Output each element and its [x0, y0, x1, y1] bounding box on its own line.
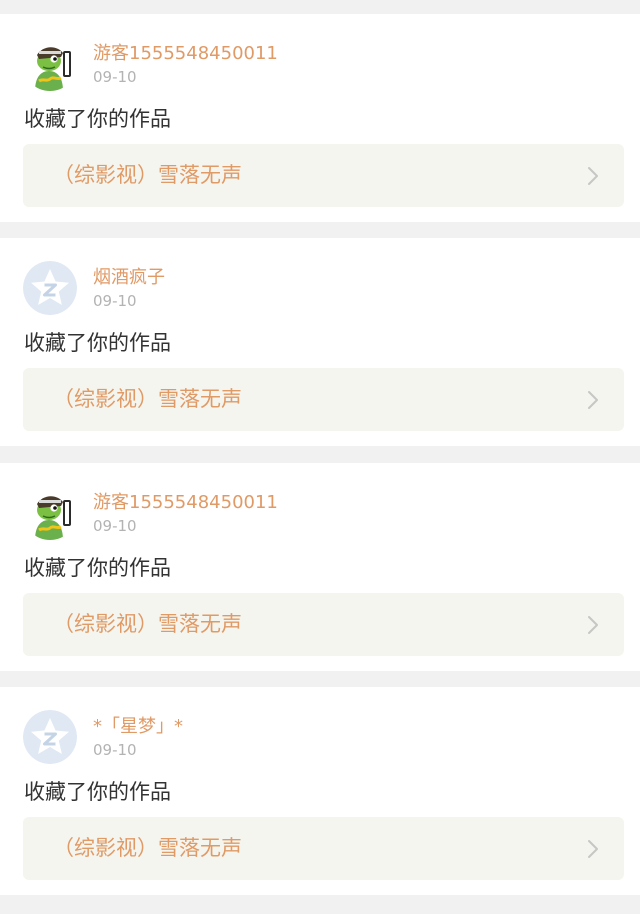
username[interactable]: *「星梦」* [93, 715, 183, 739]
snake-avatar-icon[interactable] [23, 37, 77, 91]
notification-card: 游客1555548450011 09-10 收藏了你的作品 （综影视）雪落无声 [0, 14, 640, 222]
work-link[interactable]: （综影视）雪落无声 [23, 593, 624, 656]
username[interactable]: 烟酒疯子 [93, 266, 165, 290]
work-title: （综影视）雪落无声 [53, 612, 242, 636]
default-avatar-icon[interactable] [23, 261, 77, 315]
action-text: 收藏了你的作品 [24, 107, 171, 131]
action-text: 收藏了你的作品 [24, 556, 171, 580]
username[interactable]: 游客1555548450011 [93, 491, 278, 515]
work-link[interactable]: （综影视）雪落无声 [23, 144, 624, 207]
default-avatar-icon[interactable] [23, 710, 77, 764]
notification-card: *「星梦」* 09-10 收藏了你的作品 （综影视）雪落无声 [0, 687, 640, 895]
action-text: 收藏了你的作品 [24, 331, 171, 355]
chevron-right-icon [588, 616, 598, 634]
notification-feed: 游客1555548450011 09-10 收藏了你的作品 （综影视）雪落无声 … [0, 0, 640, 914]
notification-date: 09-10 [93, 517, 137, 535]
notification-card: 烟酒疯子 09-10 收藏了你的作品 （综影视）雪落无声 [0, 238, 640, 446]
chevron-right-icon [588, 391, 598, 409]
chevron-right-icon [588, 167, 598, 185]
work-title: （综影视）雪落无声 [53, 387, 242, 411]
chevron-right-icon [588, 840, 598, 858]
notification-card: 游客1555548450011 09-10 收藏了你的作品 （综影视）雪落无声 [0, 463, 640, 671]
action-text: 收藏了你的作品 [24, 780, 171, 804]
notification-date: 09-10 [93, 741, 137, 759]
work-title: （综影视）雪落无声 [53, 836, 242, 860]
notification-date: 09-10 [93, 292, 137, 310]
username[interactable]: 游客1555548450011 [93, 42, 278, 66]
work-link[interactable]: （综影视）雪落无声 [23, 817, 624, 880]
work-link[interactable]: （综影视）雪落无声 [23, 368, 624, 431]
notification-date: 09-10 [93, 68, 137, 86]
work-title: （综影视）雪落无声 [53, 163, 242, 187]
snake-avatar-icon[interactable] [23, 486, 77, 540]
